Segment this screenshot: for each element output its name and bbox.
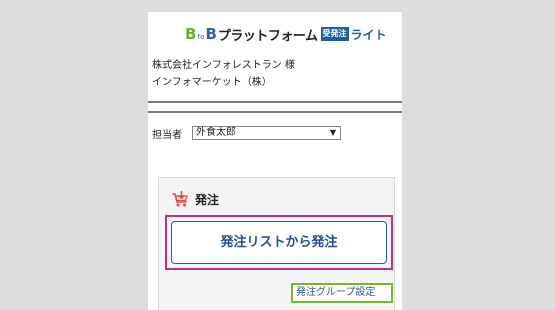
order-from-list-button[interactable]: 発注リストから発注: [171, 221, 387, 264]
logo-b-right: B: [205, 25, 217, 43]
logo-badge: 受発注: [320, 27, 349, 41]
header: B to B プラットフォーム 受発注 ライト: [148, 12, 402, 54]
store-name: インフォマーケット（株）: [152, 77, 272, 88]
order-group-settings-link[interactable]: 発注グループ設定: [296, 285, 375, 301]
person-select[interactable]: 外食太郎 ▼: [192, 126, 341, 140]
company-name: 株式会社インフォレストラン 様: [152, 60, 295, 71]
highlight-frame: 発注リストから発注: [165, 215, 393, 270]
cart-download-icon: [172, 190, 189, 208]
highlight-frame: 発注グループ設定: [291, 283, 393, 303]
order-heading: 発注: [172, 189, 219, 209]
logo-name: プラットフォーム: [217, 28, 318, 44]
person-label: 担当者: [152, 129, 182, 141]
logo-lite: ライト: [350, 27, 387, 42]
brand-logo: B to B プラットフォーム 受発注 ライト: [185, 25, 387, 44]
order-panel: 発注 発注リストから発注 発注グループ設定: [158, 177, 395, 310]
person-select-value: 外食太郎: [196, 127, 236, 138]
dropdown-arrow-icon: ▼: [329, 128, 336, 137]
app-screen: B to B プラットフォーム 受発注 ライト 株式会社インフォレストラン 様 …: [148, 12, 402, 310]
company-info: 株式会社インフォレストラン 様 インフォマーケット（株）: [152, 57, 295, 91]
logo-to: to: [197, 33, 205, 41]
divider: [148, 111, 402, 113]
divider: [148, 101, 402, 103]
logo-b-left: B: [185, 25, 197, 43]
order-title: 発注: [195, 192, 220, 207]
person-row: 担当者 外食太郎 ▼: [152, 125, 341, 141]
